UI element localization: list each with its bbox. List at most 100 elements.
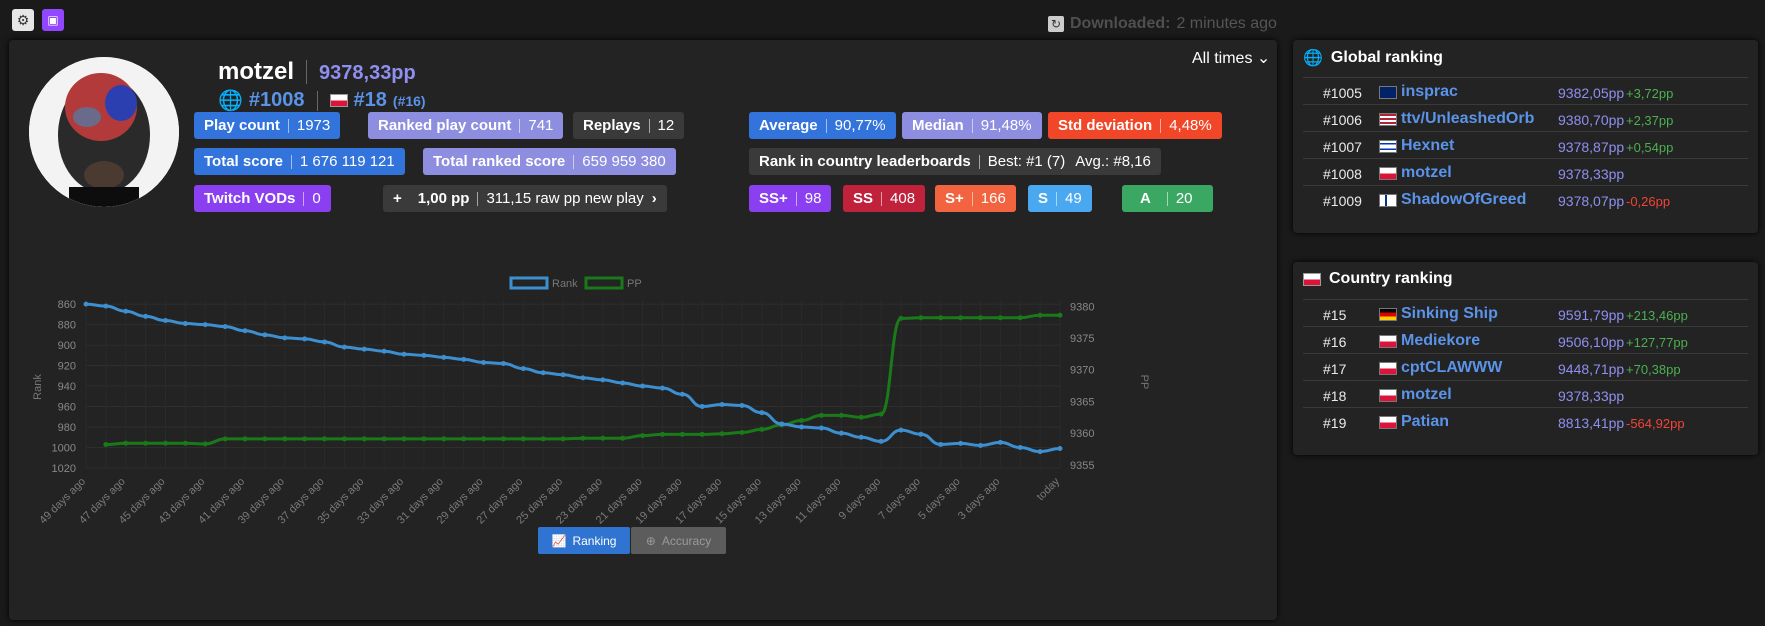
rank-series-point (818, 425, 824, 431)
rank-series-point (958, 440, 964, 446)
s-label: S (1038, 190, 1049, 207)
pp-series-point (381, 436, 387, 442)
x-tick-label: today (1035, 475, 1063, 503)
pp-tick-label: 9380 (1070, 301, 1094, 313)
rank-series-point (679, 391, 685, 397)
player-link[interactable]: motzel (1379, 386, 1452, 404)
rank-series-point (977, 442, 983, 448)
pp-series-point (580, 435, 586, 441)
global-rank-link[interactable]: #1008 (249, 89, 305, 112)
divider (1160, 118, 1162, 133)
rank-series-point (699, 404, 705, 410)
rank-series-point (540, 370, 546, 376)
ss-value: 408 (890, 190, 916, 207)
average-label: Average (759, 117, 818, 134)
pp-series-point (620, 435, 626, 441)
rank-series-point (381, 348, 387, 354)
name-row: motzel 9378,33pp (218, 58, 416, 86)
player-link[interactable]: Patian (1379, 413, 1449, 431)
twitch-vods-label: Twitch VODs (204, 190, 296, 207)
country-rank-alt: (#16) (392, 92, 426, 109)
period-dropdown[interactable]: All times ⌄ (1192, 48, 1270, 68)
std-deviation-tag: Std deviation 4,48% (1048, 112, 1222, 139)
player-link[interactable]: Mediekore (1379, 332, 1480, 350)
player-name: Patian (1401, 413, 1450, 430)
refresh-icon[interactable]: ↻ (1048, 16, 1064, 32)
player-link[interactable]: cptCLAWWW (1379, 359, 1502, 377)
username: motzel (218, 58, 295, 85)
row-pp: 9382,05pp (1558, 85, 1625, 101)
row-rank: #15 (1323, 307, 1347, 323)
player-link[interactable]: insprac (1379, 83, 1458, 101)
rank-series-point (580, 375, 586, 381)
player-name: Sinking Ship (1401, 305, 1498, 322)
pp-new-play-tag[interactable]: +1,00 pp 311,15 raw pp new play › (383, 185, 667, 212)
rank-series-point (282, 335, 288, 341)
rank-series-point (640, 383, 646, 389)
divider (971, 191, 973, 206)
rank-series-point (461, 356, 467, 362)
rank-series-point (997, 439, 1003, 445)
pp-series-point (997, 315, 1003, 321)
pp-series-point (103, 442, 109, 448)
player-link[interactable]: ShadowOfGreed (1379, 191, 1526, 209)
rank-tick-label: 900 (58, 340, 76, 352)
pp-series-point (222, 436, 228, 442)
splus-tag: S+ 166 (935, 185, 1016, 212)
rank-tick-label: 880 (58, 320, 76, 332)
y-axis-title-right: PP (1138, 375, 1150, 390)
pp-gain-value: 1,00 pp (417, 190, 470, 207)
ss-tag: SS 408 (843, 185, 926, 212)
rank-series-point (481, 359, 487, 365)
player-link[interactable]: Sinking Ship (1379, 305, 1498, 323)
twitch-icon[interactable]: ▣ (42, 9, 64, 31)
row-rank: #17 (1323, 361, 1347, 377)
row-pp: 9378,87pp (1558, 139, 1625, 155)
pp-series-point (958, 315, 964, 321)
divider (290, 154, 292, 169)
raw-pp-text: 311,15 raw pp new play (486, 190, 644, 207)
pp-series-point (282, 436, 288, 442)
pp-series-point (520, 436, 526, 442)
player-name: ttv/UnleashedOrb (1401, 110, 1535, 127)
player-link[interactable]: ttv/UnleashedOrb (1379, 110, 1534, 128)
global-ranking-title-text: Global ranking (1330, 49, 1443, 66)
country-flag-icon (1379, 166, 1397, 180)
row-pp-diff: +213,46pp (1626, 308, 1688, 323)
rank-row: 🌐 #1008 #18 (#16) (218, 88, 426, 113)
pp-series-point (500, 436, 506, 442)
country-leaderboards-tag: Rank in country leaderboards Best: #1 (7)… (749, 148, 1161, 175)
rank-series-point (1057, 446, 1063, 452)
country-rank-link[interactable]: #18 (354, 89, 387, 112)
globe-icon: 🌐 (218, 90, 243, 112)
country-flag-icon (1379, 361, 1397, 375)
twitch-vods-tag[interactable]: Twitch VODs 0 (194, 185, 331, 212)
rank-series-point (262, 332, 268, 338)
settings-gear-icon[interactable]: ⚙ (12, 9, 34, 31)
pp-series-point (401, 436, 407, 442)
x-tick-label: 9 days ago (837, 476, 884, 523)
pp-series-point (878, 411, 884, 417)
ranked-play-count-label: Ranked play count (378, 117, 512, 134)
ranking-tab-button[interactable]: 📈 Ranking (538, 527, 630, 554)
rank-tick-label: 1020 (52, 463, 76, 475)
pp-series-point (123, 440, 129, 446)
divider (978, 154, 980, 169)
accuracy-tab-button[interactable]: ⊕ Accuracy (631, 527, 726, 554)
row-pp-diff: +70,38pp (1626, 362, 1681, 377)
pp-series-point (461, 436, 467, 442)
a-label: A (1140, 190, 1151, 207)
pp-series-point (202, 441, 208, 447)
country-ranking-title: Country ranking (1303, 270, 1453, 288)
ssplus-value: 98 (804, 190, 822, 207)
player-link[interactable]: motzel (1379, 164, 1452, 182)
country-lb-avg: Avg.: #8,16 (1075, 153, 1151, 170)
rank-series-point (520, 366, 526, 372)
player-link[interactable]: Hexnet (1379, 137, 1454, 155)
downloaded-label: Downloaded: (1070, 15, 1171, 32)
pp-series-point (341, 436, 347, 442)
country-lb-label: Rank in country leaderboards (759, 153, 971, 170)
rank-tick-label: 940 (58, 381, 76, 393)
pp-series-point (898, 315, 904, 321)
pp-series-point (759, 426, 765, 432)
